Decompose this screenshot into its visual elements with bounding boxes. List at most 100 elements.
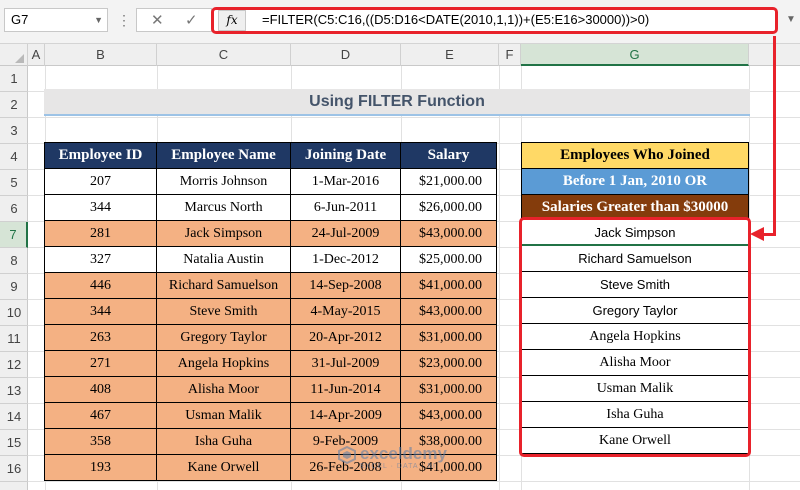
salary-cell[interactable]: $43,000.00 [400,220,497,247]
row-header-10[interactable]: 10 [0,300,28,326]
arrow-left-icon [750,227,764,241]
table-row: 263 Gregory Taylor 20-Apr-2012 $31,000.00 [44,324,497,351]
header-employee-name[interactable]: Employee Name [156,142,291,169]
salary-cell[interactable]: $26,000.00 [400,194,497,221]
watermark: exceldemy EXCEL · DATA · BI [338,443,478,473]
employee-id-cell[interactable]: 281 [44,220,157,247]
header-joining-date[interactable]: Joining Date [290,142,401,169]
employee-name-cell[interactable]: Marcus North [156,194,291,221]
sheet-title: Using FILTER Function [44,89,750,116]
joining-date-cell[interactable]: 4-May-2015 [290,298,401,325]
table-body: 207 Morris Johnson 1-Mar-2016 $21,000.00 344… [44,168,497,481]
table-header-row: Employee ID Employee Name Joining Date S… [44,142,497,169]
salary-cell[interactable]: $25,000.00 [400,246,497,273]
formula-input[interactable]: fx =FILTER(C5:C16,((D5:D16<DATE(2010,1,1… [211,7,778,34]
table-row: 467 Usman Malik 14-Apr-2009 $43,000.00 [44,402,497,429]
column-header-a[interactable]: A [28,44,45,66]
employee-name-cell[interactable]: Natalia Austin [156,246,291,273]
formula-bar: G7 ▼ ⋮ ✕ ✓ fx =FILTER(C5:C16,((D5:D16<DA… [0,0,800,44]
employee-name-cell[interactable]: Alisha Moor [156,376,291,403]
employee-id-cell[interactable]: 344 [44,194,157,221]
joining-date-cell[interactable]: 14-Sep-2008 [290,272,401,299]
header-salary[interactable]: Salary [400,142,497,169]
employee-name-cell[interactable]: Gregory Taylor [156,324,291,351]
employee-id-cell[interactable]: 358 [44,428,157,455]
row-header-9[interactable]: 9 [0,274,28,300]
row-header-8[interactable]: 8 [0,248,28,274]
employee-name-cell[interactable]: Steve Smith [156,298,291,325]
cancel-icon[interactable]: ✕ [151,11,164,29]
name-box[interactable]: G7 ▼ [4,8,108,32]
employee-id-cell[interactable]: 207 [44,168,157,195]
employee-id-cell[interactable]: 344 [44,298,157,325]
row-header-14[interactable]: 14 [0,404,28,430]
select-all-icon [15,54,24,63]
salary-cell[interactable]: $31,000.00 [400,376,497,403]
row-headers: 1 2 3 4 5 6 7 8 9 10 11 12 13 14 15 16 [0,66,28,490]
joining-date-cell[interactable]: 11-Jun-2014 [290,376,401,403]
column-header-g[interactable]: G [521,44,749,66]
chevron-down-icon[interactable]: ▼ [94,9,103,31]
employee-name-cell[interactable]: Richard Samuelson [156,272,291,299]
employee-name-cell[interactable]: Angela Hopkins [156,350,291,377]
row-header-13[interactable]: 13 [0,378,28,404]
joining-date-cell[interactable]: 24-Jul-2009 [290,220,401,247]
formula-text[interactable]: =FILTER(C5:C16,((D5:D16<DATE(2010,1,1))+… [262,12,649,27]
salary-cell[interactable]: $41,000.00 [400,272,497,299]
salary-cell[interactable]: $21,000.00 [400,168,497,195]
salary-cell[interactable]: $23,000.00 [400,350,497,377]
salary-cell[interactable]: $43,000.00 [400,402,497,429]
column-header-e[interactable]: E [401,44,499,66]
row-header-12[interactable]: 12 [0,352,28,378]
row-header-6[interactable]: 6 [0,196,28,222]
function-icon[interactable]: fx [218,10,246,31]
employee-id-cell[interactable]: 193 [44,454,157,481]
table-row: 281 Jack Simpson 24-Jul-2009 $43,000.00 [44,220,497,247]
row-header-7[interactable]: 7 [0,222,28,248]
table-row: 446 Richard Samuelson 14-Sep-2008 $41,000.0… [44,272,497,299]
joining-date-cell[interactable]: 31-Jul-2009 [290,350,401,377]
joining-date-cell[interactable]: 14-Apr-2009 [290,402,401,429]
employee-name-cell[interactable]: Morris Johnson [156,168,291,195]
employee-id-cell[interactable]: 271 [44,350,157,377]
column-header-c[interactable]: C [157,44,291,66]
gridline [28,481,800,482]
employee-id-cell[interactable]: 408 [44,376,157,403]
table-row: 271 Angela Hopkins 31-Jul-2009 $23,000.00 [44,350,497,377]
employee-id-cell[interactable]: 446 [44,272,157,299]
joining-date-cell[interactable]: 1-Mar-2016 [290,168,401,195]
more-options-icon: ⋮ [117,12,131,28]
name-box-value: G7 [11,12,29,27]
result-header-line-1[interactable]: Employees Who Joined [521,142,749,168]
row-header-1[interactable]: 1 [0,66,28,92]
row-header-5[interactable]: 5 [0,170,28,196]
column-header-f[interactable]: F [499,44,521,66]
employee-name-cell[interactable]: Kane Orwell [156,454,291,481]
row-header-15[interactable]: 15 [0,430,28,456]
result-header-line-2[interactable]: Before 1 Jan, 2010 OR [521,168,749,194]
employee-id-cell[interactable]: 327 [44,246,157,273]
salary-cell[interactable]: $31,000.00 [400,324,497,351]
employee-table: Employee ID Employee Name Joining Date S… [44,142,497,481]
salary-cell[interactable]: $43,000.00 [400,298,497,325]
joining-date-cell[interactable]: 1-Dec-2012 [290,246,401,273]
employee-id-cell[interactable]: 263 [44,324,157,351]
row-header-3[interactable]: 3 [0,118,28,144]
check-icon[interactable]: ✓ [185,11,198,29]
header-employee-id[interactable]: Employee ID [44,142,157,169]
column-header-d[interactable]: D [291,44,401,66]
row-header-2[interactable]: 2 [0,92,28,118]
row-header-4[interactable]: 4 [0,144,28,170]
employee-name-cell[interactable]: Usman Malik [156,402,291,429]
expand-formula-icon[interactable]: ▼ [786,14,796,25]
joining-date-cell[interactable]: 6-Jun-2011 [290,194,401,221]
column-header-b[interactable]: B [45,44,157,66]
select-all-button[interactable] [0,44,28,66]
employee-name-cell[interactable]: Isha Guha [156,428,291,455]
formula-buttons: ✕ ✓ [136,8,212,32]
row-header-11[interactable]: 11 [0,326,28,352]
row-header-16[interactable]: 16 [0,456,28,482]
employee-name-cell[interactable]: Jack Simpson [156,220,291,247]
joining-date-cell[interactable]: 20-Apr-2012 [290,324,401,351]
employee-id-cell[interactable]: 467 [44,402,157,429]
